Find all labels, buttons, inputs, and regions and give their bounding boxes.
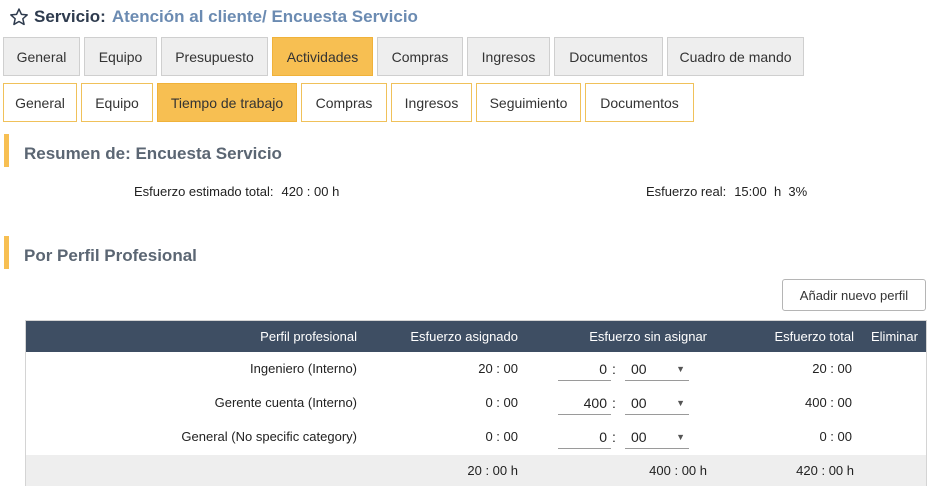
unassigned-minutes-select[interactable]: 00 ▼ (625, 391, 689, 415)
unassigned-minutes-select[interactable]: 00 ▼ (625, 425, 689, 449)
profiles-title: Por Perfil Profesional (24, 246, 197, 265)
dropdown-arrow-icon: ▼ (676, 364, 685, 374)
subtab-documentos[interactable]: Documentos (585, 83, 694, 122)
tab-general[interactable]: General (3, 37, 80, 76)
footer-unassigned-total: 400 : 00 h (649, 463, 707, 478)
estimated-effort: Esfuerzo estimado total: 420 : 00 h (134, 184, 339, 199)
table-row: Gerente cuenta (Interno) 0 : 00 : 00 ▼ 4… (26, 386, 926, 420)
subtab-general[interactable]: General (3, 83, 77, 122)
page-title-prefix: Servicio: (34, 7, 106, 26)
col-total: Esfuerzo total (774, 329, 855, 344)
add-profile-button[interactable]: Añadir nuevo perfil (782, 279, 926, 311)
minutes-value: 00 (631, 395, 647, 411)
subtab-ingresos[interactable]: Ingresos (391, 83, 472, 122)
page-header: Servicio: Atención al cliente/ Encuesta … (9, 6, 418, 28)
tab-actividades[interactable]: Actividades (272, 37, 373, 76)
primary-tabs: General Equipo Presupuesto Actividades C… (3, 37, 808, 76)
subtab-compras[interactable]: Compras (301, 83, 387, 122)
subtab-equipo[interactable]: Equipo (81, 83, 153, 122)
assigned-effort: 0 : 00 (485, 395, 518, 410)
unassigned-hours-input[interactable] (558, 391, 611, 415)
summary-title: Resumen de: Encuesta Servicio (24, 144, 282, 163)
section-accent-bar (4, 236, 9, 269)
tab-presupuesto[interactable]: Presupuesto (161, 37, 268, 76)
estimated-effort-value: 420 : 00 h (281, 184, 340, 199)
dropdown-arrow-icon: ▼ (676, 432, 685, 442)
tab-equipo[interactable]: Equipo (84, 37, 157, 76)
tab-compras[interactable]: Compras (377, 37, 463, 76)
unassigned-hours-input[interactable] (558, 425, 611, 449)
star-icon[interactable] (9, 7, 29, 27)
profiles-table: Perfil profesional Esfuerzo asignado Esf… (25, 320, 927, 486)
time-separator: : (612, 395, 616, 411)
section-accent-bar (4, 134, 9, 167)
estimated-effort-label: Esfuerzo estimado total: (134, 184, 274, 199)
subtab-tiempo-de-trabajo[interactable]: Tiempo de trabajo (157, 83, 297, 122)
table-footer: 20 : 00 h 400 : 00 h 420 : 00 h (26, 455, 926, 486)
minutes-value: 00 (631, 361, 647, 377)
table-row: General (No specific category) 0 : 00 : … (26, 420, 926, 454)
subtab-seguimiento[interactable]: Seguimiento (476, 83, 581, 122)
total-effort: 20 : 00 (812, 361, 852, 376)
footer-effort-total: 420 : 00 h (796, 463, 854, 478)
tab-documentos[interactable]: Documentos (554, 37, 663, 76)
total-effort: 0 : 00 (819, 429, 852, 444)
profile-name: Gerente cuenta (Interno) (214, 395, 357, 410)
page-title[interactable]: Atención al cliente/ Encuesta Servicio (112, 7, 418, 27)
table-row: Ingeniero (Interno) 20 : 00 : 00 ▼ 20 : … (26, 352, 926, 386)
dropdown-arrow-icon: ▼ (676, 398, 685, 408)
time-separator: : (612, 429, 616, 445)
assigned-effort: 20 : 00 (478, 361, 518, 376)
col-assigned: Esfuerzo asignado (410, 329, 518, 344)
table-header: Perfil profesional Esfuerzo asignado Esf… (26, 321, 926, 352)
footer-assigned-total: 20 : 00 h (467, 463, 518, 478)
minutes-value: 00 (631, 429, 647, 445)
col-profile: Perfil profesional (260, 329, 357, 344)
time-separator: : (612, 361, 616, 377)
real-effort-value: 15:00 h 3% (734, 184, 808, 199)
real-effort-label: Esfuerzo real: (646, 184, 727, 199)
tab-ingresos[interactable]: Ingresos (467, 37, 550, 76)
secondary-tabs: General Equipo Tiempo de trabajo Compras… (3, 83, 698, 122)
col-delete: Eliminar (871, 329, 918, 344)
assigned-effort: 0 : 00 (485, 429, 518, 444)
col-unassigned: Esfuerzo sin asignar (589, 329, 707, 344)
profile-name: General (No specific category) (181, 429, 357, 444)
real-effort: Esfuerzo real: 15:00 h 3% (646, 184, 807, 199)
unassigned-hours-input[interactable] (558, 357, 611, 381)
tab-cuadro-de-mando[interactable]: Cuadro de mando (667, 37, 804, 76)
profile-name: Ingeniero (Interno) (250, 361, 357, 376)
unassigned-minutes-select[interactable]: 00 ▼ (625, 357, 689, 381)
total-effort: 400 : 00 (805, 395, 852, 410)
